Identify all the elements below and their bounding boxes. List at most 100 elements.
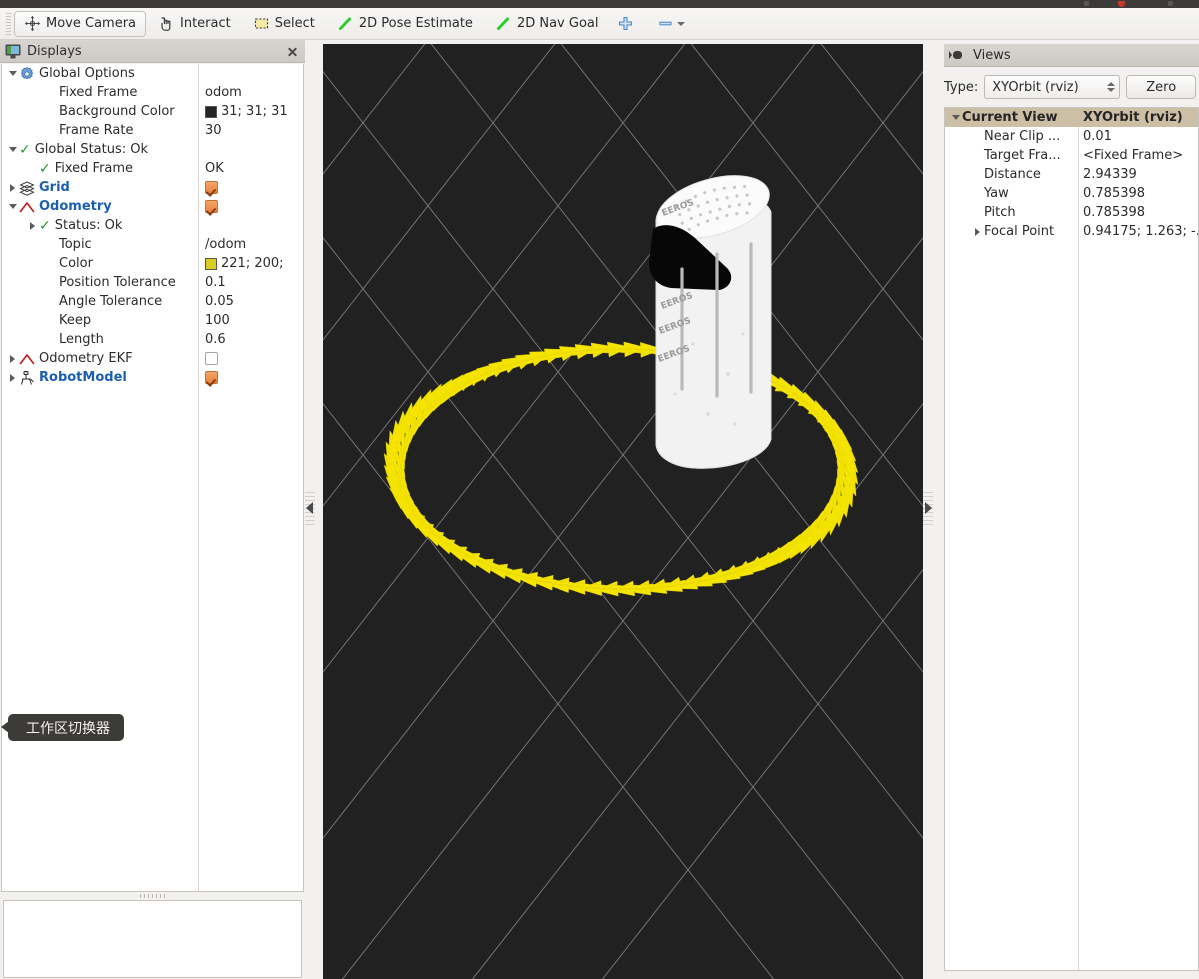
displays-row-label: RobotModel <box>39 370 127 385</box>
display-enable-checkbox[interactable] <box>205 371 218 384</box>
displays-row-value-cell[interactable]: 0.05 <box>205 292 303 311</box>
expander-collapsed-icon[interactable] <box>971 222 984 241</box>
expander-collapsed-icon[interactable] <box>6 349 19 368</box>
displays-tree-row[interactable]: Background Color 31; 31; 31 <box>2 102 303 121</box>
displays-row-value-cell[interactable] <box>205 140 303 159</box>
display-enable-checkbox[interactable] <box>205 181 218 194</box>
3d-viewport[interactable]: EEROS EEROS EEROS EEROS <box>323 44 923 979</box>
robot-icon <box>21 370 34 385</box>
displays-row-value-cell[interactable]: 0.6 <box>205 330 303 349</box>
displays-tree-row[interactable]: Angle Tolerance 0.05 <box>2 292 303 311</box>
status-indicator-2[interactable] <box>1168 1 1173 6</box>
displays-row-value-cell[interactable]: 0.1 <box>205 273 303 292</box>
displays-tree-row[interactable]: Topic/odom <box>2 235 303 254</box>
displays-tree-row[interactable]: Grid <box>2 178 303 197</box>
views-row-value-cell[interactable]: 0.94175; 1.263; -... <box>1083 222 1198 241</box>
expander-expanded-icon[interactable] <box>6 64 19 83</box>
displays-tree-row[interactable]: Global Options <box>2 64 303 83</box>
displays-row-value: OK <box>205 161 224 176</box>
displays-row-value-cell[interactable] <box>205 349 303 368</box>
views-row-value-cell[interactable]: <Fixed Frame> <box>1083 146 1198 165</box>
displays-tree-row[interactable]: Odometry <box>2 197 303 216</box>
displays-tree-row[interactable]: ✓ Fixed Frame OK <box>2 159 303 178</box>
views-tree-row[interactable]: Focal Point 0.94175; 1.263; -... <box>945 222 1198 241</box>
displays-row-value: 31; 31; 31 <box>221 104 288 119</box>
displays-row-value-cell[interactable]: /odom <box>205 235 303 254</box>
displays-splitter[interactable] <box>0 892 305 900</box>
tool-2d-nav-goal[interactable]: 2D Nav Goal <box>485 11 609 37</box>
tool-move-camera[interactable]: Move Camera <box>14 10 147 37</box>
display-enable-checkbox[interactable] <box>205 352 218 365</box>
views-tree-row[interactable]: Yaw 0.785398 <box>945 184 1198 203</box>
display-enable-checkbox[interactable] <box>205 200 218 213</box>
grid-icon <box>19 180 35 196</box>
tool-add-button[interactable] <box>610 11 641 37</box>
displays-tree-row[interactable]: Frame Rate 30 <box>2 121 303 140</box>
status-indicator-ubuntu[interactable] <box>1118 1 1125 7</box>
zero-button[interactable]: Zero <box>1126 75 1197 99</box>
expander-collapsed-icon[interactable] <box>6 178 19 197</box>
displays-row-value-cell[interactable] <box>205 178 303 197</box>
expander-collapsed-icon[interactable] <box>26 216 39 235</box>
displays-tree-row[interactable]: ✓ Status: Ok <box>2 216 303 235</box>
displays-tree-row[interactable]: Keep 100 <box>2 311 303 330</box>
tool-interact-label: Interact <box>180 16 231 31</box>
splitter-grip <box>139 894 166 898</box>
displays-row-value-cell[interactable] <box>205 197 303 216</box>
displays-row-value: 221; 200; <box>221 256 284 271</box>
collapse-right-icon[interactable] <box>925 502 932 514</box>
plus-icon <box>619 16 633 31</box>
displays-tree-row[interactable]: ✓ Global Status: Ok <box>2 140 303 159</box>
views-tree-row[interactable]: Distance 2.94339 <box>945 165 1198 184</box>
tool-select[interactable]: Select <box>243 11 325 37</box>
views-tree-header-row[interactable]: Current View XYOrbit (rviz) <box>945 108 1198 127</box>
displays-tree-row[interactable]: Length 0.6 <box>2 330 303 349</box>
views-tree[interactable]: Current View XYOrbit (rviz) Near Clip ... 0… <box>944 107 1199 971</box>
toolbar-drag-handle[interactable] <box>4 12 12 35</box>
displays-row-value-cell[interactable] <box>205 64 303 83</box>
views-row-value-cell[interactable]: XYOrbit (rviz) <box>1083 108 1198 127</box>
displays-row-value-cell[interactable] <box>205 216 303 235</box>
views-row-value-cell[interactable]: 2.94339 <box>1083 165 1198 184</box>
views-row-value-cell[interactable]: 0.785398 <box>1083 184 1198 203</box>
views-tree-row[interactable]: Near Clip ... 0.01 <box>945 127 1198 146</box>
displays-row-label: Status: Ok <box>54 218 123 233</box>
displays-row-value-cell[interactable]: 30 <box>205 121 303 140</box>
views-row-value-cell[interactable]: 0.785398 <box>1083 203 1198 222</box>
views-tree-row[interactable]: Target Fra... <Fixed Frame> <box>945 146 1198 165</box>
views-tree-row[interactable]: Pitch 0.785398 <box>945 203 1198 222</box>
displays-tree-row[interactable]: Color 221; 200; <box>2 254 303 273</box>
no-icon <box>39 237 55 253</box>
color-swatch[interactable] <box>205 105 217 118</box>
displays-tree-row[interactable]: RobotModel <box>2 368 303 387</box>
tool-2d-pose-estimate[interactable]: 2D Pose Estimate <box>327 11 483 37</box>
close-icon[interactable] <box>285 44 300 59</box>
displays-row-value-cell[interactable] <box>205 368 303 387</box>
displays-row-value-cell[interactable]: 221; 200; <box>205 254 303 273</box>
expander-collapsed-icon[interactable] <box>6 368 19 387</box>
expander-expanded-icon[interactable] <box>949 108 962 127</box>
no-icon <box>39 294 55 310</box>
views-row-value-cell[interactable]: 0.01 <box>1083 127 1198 146</box>
status-indicator-1[interactable] <box>1084 1 1089 6</box>
tool-interact[interactable]: Interact <box>148 11 241 37</box>
displays-tree[interactable]: Global Options Fixed Frame odom Background … <box>1 64 304 892</box>
displays-tree-row[interactable]: Position Tolerance 0.1 <box>2 273 303 292</box>
toolbar-overflow[interactable] <box>657 15 686 32</box>
color-swatch[interactable] <box>205 257 217 270</box>
right-splitter[interactable] <box>923 40 933 979</box>
displays-row-value-cell[interactable]: odom <box>205 83 303 102</box>
displays-tree-row[interactable]: Fixed Frame odom <box>2 83 303 102</box>
displays-row-value-cell[interactable]: OK <box>205 159 303 178</box>
view-type-select[interactable]: XYOrbit (rviz) <box>984 75 1121 99</box>
left-splitter[interactable] <box>305 40 315 979</box>
displays-row-value: odom <box>205 85 242 100</box>
displays-tree-row[interactable]: Odometry EKF <box>2 349 303 368</box>
expander-expanded-icon[interactable] <box>6 197 19 216</box>
displays-row-value-cell[interactable]: 100 <box>205 311 303 330</box>
displays-row-value-cell[interactable]: 31; 31; 31 <box>205 102 303 121</box>
expander-expanded-icon[interactable] <box>6 140 19 159</box>
displays-panel-titlebar: Displays <box>0 40 305 63</box>
collapse-left-icon[interactable] <box>306 502 313 514</box>
